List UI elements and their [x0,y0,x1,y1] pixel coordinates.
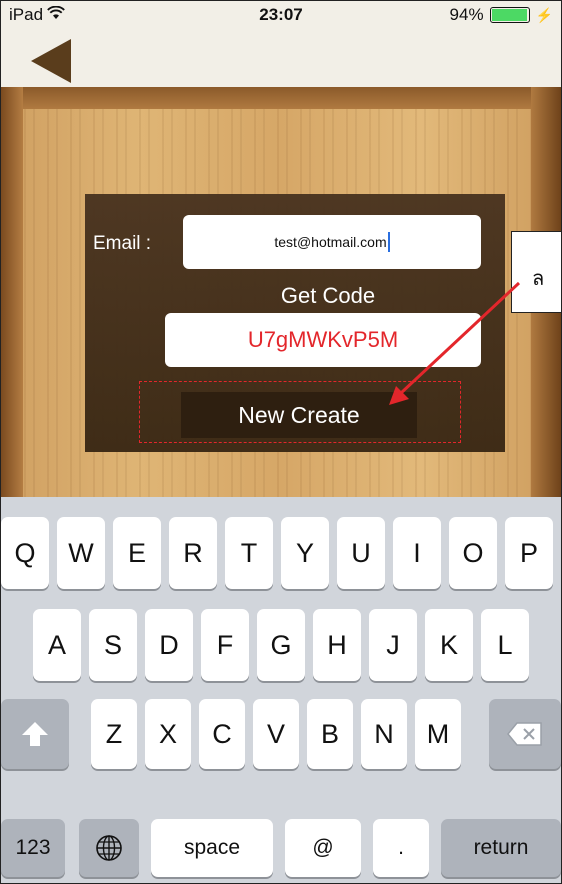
key-r[interactable]: R [169,517,217,589]
key-u[interactable]: U [337,517,385,589]
key-j[interactable]: J [369,609,417,681]
backspace-icon [507,722,542,746]
key-z[interactable]: Z [91,699,137,769]
key-t[interactable]: T [225,517,273,589]
email-input[interactable]: test@hotmail.com [183,215,481,269]
at-key[interactable]: @ [285,819,361,877]
key-c[interactable]: C [199,699,245,769]
key-x[interactable]: X [145,699,191,769]
callout-text: ล [532,266,545,290]
delete-key[interactable] [489,699,561,769]
shift-icon [22,722,48,746]
status-bar: iPad 23:07 94% ⚡ [1,1,561,29]
email-value: test@hotmail.com [274,234,387,250]
key-o[interactable]: O [449,517,497,589]
key-h[interactable]: H [313,609,361,681]
battery-percent: 94% [449,5,484,24]
key-m[interactable]: M [415,699,461,769]
dot-key[interactable]: . [373,819,429,877]
key-a[interactable]: A [33,609,81,681]
numbers-key[interactable]: 123 [1,819,65,877]
new-create-button[interactable]: New Create [181,392,417,438]
key-v[interactable]: V [253,699,299,769]
wood-frame-left [1,87,23,497]
key-i[interactable]: I [393,517,441,589]
code-field[interactable]: U7gMWKvP5M [165,313,481,367]
key-s[interactable]: S [89,609,137,681]
wood-frame-top [1,87,561,109]
text-caret [387,232,390,252]
key-q[interactable]: Q [1,517,49,589]
key-k[interactable]: K [425,609,473,681]
key-y[interactable]: Y [281,517,329,589]
battery-level [491,9,528,21]
key-f[interactable]: F [201,609,249,681]
get-code-button[interactable]: Get Code [213,283,443,309]
key-d[interactable]: D [145,609,193,681]
globe-icon [96,835,122,861]
key-w[interactable]: W [57,517,105,589]
nav-bar [1,29,561,87]
key-e[interactable]: E [113,517,161,589]
key-p[interactable]: P [505,517,553,589]
key-n[interactable]: N [361,699,407,769]
globe-key[interactable] [79,819,139,877]
shift-key[interactable] [1,699,69,769]
email-label: Email : [93,233,152,254]
key-l[interactable]: L [481,609,529,681]
back-arrow-icon[interactable] [31,39,71,83]
space-key[interactable]: space [151,819,273,877]
phone-screen: iPad 23:07 94% ⚡ Email : test@hotmail.co… [0,0,562,884]
key-b[interactable]: B [307,699,353,769]
key-g[interactable]: G [257,609,305,681]
charging-icon: ⚡ [535,6,553,23]
battery-icon [489,7,530,23]
annotation-callout: ล [511,231,561,313]
on-screen-keyboard: QWERTYUIOP ASDFGHJKL ZXCVBNM 123 space @… [1,497,561,883]
return-key[interactable]: return [441,819,561,877]
